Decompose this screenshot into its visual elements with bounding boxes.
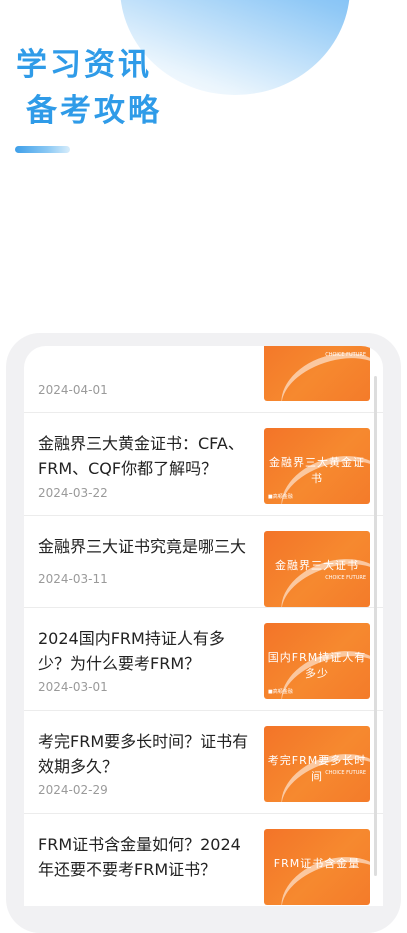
scrollbar[interactable] [374, 376, 377, 876]
article-date: 2024-03-01 [38, 680, 108, 694]
thumbnail-caption: 考完FRM要多长时间 [267, 754, 367, 783]
article-date: 2024-02-29 [38, 783, 108, 797]
article-item[interactable]: FRM证书含金量如何？2024年还要不要考FRM证书？ FRM证书含金量 [24, 814, 383, 906]
article-thumbnail: 考完FRM要多长时间 CHOICE FUTURE [264, 726, 370, 802]
brand-mark: ■高顿金融 [268, 689, 293, 695]
article-item[interactable]: 金融界三大证书究竟是哪三大 2024-03-11 金融界三大证书 CHOICE … [24, 516, 383, 608]
brand-logo: CHOICE FUTURE [325, 770, 366, 776]
article-date: 2024-03-22 [38, 486, 108, 500]
hero-headline: 学习资讯 备考攻略 [16, 42, 162, 134]
article-item[interactable]: 金融界三大黄金证书：CFA、FRM、CQF你都了解吗？ 2024-03-22 金… [24, 413, 383, 516]
article-date: 2024-03-11 [38, 572, 108, 586]
article-thumbnail: 金融界三大黄金证书 ■高顿金融 [264, 428, 370, 504]
article-title: FRM证书含金量如何？2024年还要不要考FRM证书？ [38, 835, 241, 879]
thumbnail-swoosh [270, 843, 370, 905]
article-title: 考完FRM要多长时间？证书有效期多久？ [38, 732, 249, 776]
article-title: 金融界三大黄金证书：CFA、FRM、CQF你都了解吗？ [38, 434, 244, 478]
brand-logo: CHOICE FUTURE [325, 352, 366, 358]
brand-logo: CHOICE FUTURE [325, 575, 366, 581]
article-list-screen: 2024-04-01 CHOICE FUTURE 金融界三大黄金证书：CFA、F… [24, 346, 383, 906]
article-thumbnail: CHOICE FUTURE [264, 346, 370, 401]
thumbnail-caption: 金融界三大证书 [275, 559, 359, 572]
hero-line-2: 备考攻略 [26, 93, 162, 129]
thumbnail-caption: 国内FRM持证人有多少 [267, 651, 367, 680]
article-thumbnail: 国内FRM持证人有多少 ■高顿金融 [264, 623, 370, 699]
article-item[interactable]: 考完FRM要多长时间？证书有效期多久？ 2024-02-29 考完FRM要多长时… [24, 711, 383, 814]
article-title: 2024国内FRM持证人有多少？为什么要考FRM？ [38, 629, 225, 673]
article-thumbnail: FRM证书含金量 [264, 829, 370, 905]
article-item[interactable]: 2024国内FRM持证人有多少？为什么要考FRM？ 2024-03-01 国内F… [24, 608, 383, 711]
hero-line-1: 学习资讯 [16, 47, 152, 83]
thumbnail-caption: FRM证书含金量 [273, 857, 361, 870]
accent-bar [15, 146, 70, 153]
article-thumbnail: 金融界三大证书 CHOICE FUTURE [264, 531, 370, 607]
article-item[interactable]: 2024-04-01 CHOICE FUTURE [24, 346, 383, 413]
article-title: 金融界三大证书究竟是哪三大 [38, 537, 247, 556]
brand-mark: ■高顿金融 [268, 494, 293, 500]
thumbnail-caption: 金融界三大黄金证书 [269, 456, 365, 485]
article-date: 2024-04-01 [38, 383, 108, 397]
